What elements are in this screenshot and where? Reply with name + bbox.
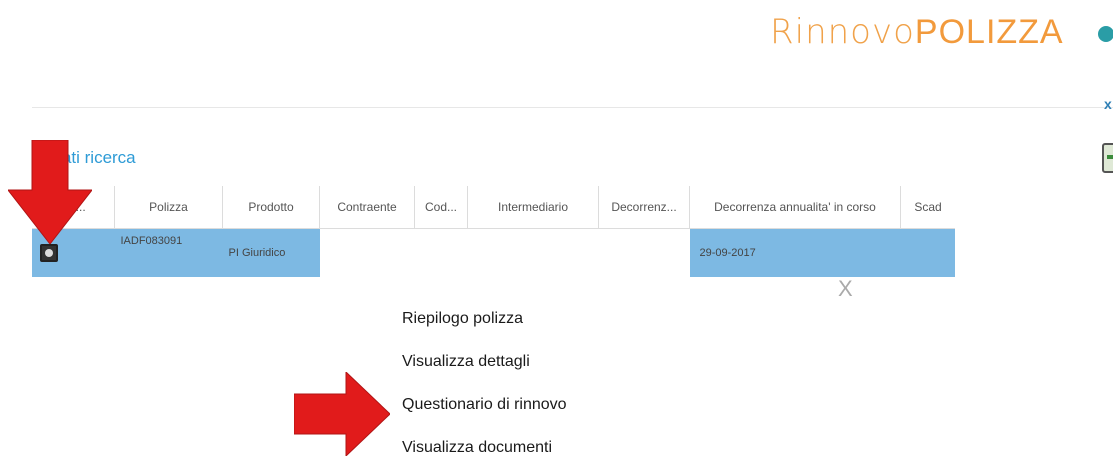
cell-intermediario [467, 228, 599, 277]
brand-part1: Rinnovo [770, 12, 915, 52]
col-header-intermediario[interactable]: Intermediario [467, 186, 599, 229]
table-header-row: Do... Polizza Prodotto Contraente Cod...… [32, 186, 955, 229]
menu-item-documenti[interactable]: Visualizza documenti [402, 426, 567, 469]
col-header-scadenza[interactable]: Scad [900, 186, 955, 229]
col-header-decorrenza[interactable]: Decorrenz... [598, 186, 690, 229]
brand-dot-icon [1098, 26, 1113, 42]
brand-part2: POLIZZA [914, 13, 1064, 51]
red-arrow-icon [294, 372, 390, 456]
header-divider [32, 107, 1113, 108]
results-table: Do... Polizza Prodotto Contraente Cod...… [32, 186, 955, 277]
cell-decorrenza [598, 228, 690, 277]
row-select-icon[interactable] [40, 244, 58, 262]
menu-item-dettagli[interactable]: Visualizza dettagli [402, 340, 567, 383]
col-header-contraente[interactable]: Contraente [319, 186, 415, 229]
cell-polizza: IADF083091 [114, 228, 223, 277]
col-header-cod[interactable]: Cod... [414, 186, 468, 229]
cell-contraente [319, 228, 415, 277]
red-arrow-icon [8, 140, 92, 244]
brand-logo: RinnovoPOLIZZA [770, 12, 1064, 52]
top-close-button[interactable]: x [1104, 96, 1112, 112]
col-header-prodotto[interactable]: Prodotto [222, 186, 320, 229]
menu-item-questionario[interactable]: Questionario di rinnovo [402, 383, 567, 426]
context-menu: Riepilogo polizza Visualizza dettagli Qu… [402, 297, 567, 469]
col-header-decorrenza-annualita[interactable]: Decorrenza annualita' in corso [689, 186, 901, 229]
cell-prodotto: PI Giuridico [222, 228, 320, 277]
col-header-polizza[interactable]: Polizza [114, 186, 223, 229]
cell-decorrenza-annualita: 29-09-2017 [689, 228, 901, 277]
popup-close-button[interactable]: X [838, 276, 853, 302]
export-excel-icon[interactable] [1102, 143, 1113, 173]
cell-cod [414, 228, 468, 277]
cell-scadenza [900, 228, 955, 277]
menu-item-riepilogo[interactable]: Riepilogo polizza [402, 297, 567, 340]
table-row[interactable]: IADF083091 PI Giuridico 29-09-2017 [32, 228, 955, 277]
